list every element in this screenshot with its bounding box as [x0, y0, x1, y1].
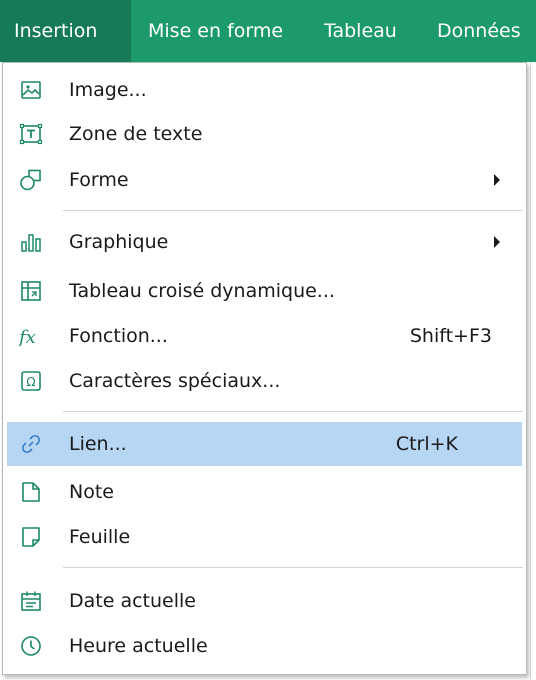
menu-item-note[interactable]: Note [7, 470, 522, 514]
menu-separator [63, 210, 523, 211]
menu-donnees[interactable]: Données [437, 0, 521, 62]
menu-insertion[interactable]: Insertion [0, 0, 131, 62]
menu-item-shape[interactable]: Forme [7, 158, 522, 202]
menu-item-label: Tableau croisé dynamique... [69, 280, 335, 302]
menu-bar: Insertion Mise en forme Tableau Données [0, 0, 536, 62]
menu-item-pivot-table[interactable]: Tableau croisé dynamique... [7, 269, 522, 313]
menu-separator [63, 567, 523, 568]
menu-item-label: Image... [69, 79, 147, 101]
menu-item-label: Lien... [69, 433, 127, 455]
menu-item-label: Forme [69, 169, 129, 191]
menu-item-link[interactable]: Lien... Ctrl+K [7, 422, 522, 466]
menu-item-label: Feuille [69, 526, 131, 548]
pivot-table-icon [19, 279, 43, 303]
shortcut-label: Shift+F3 [409, 325, 492, 347]
link-icon [19, 432, 43, 456]
menu-tableau[interactable]: Tableau [324, 0, 397, 62]
submenu-arrow-icon [494, 236, 500, 248]
menu-item-label: Heure actuelle [69, 635, 208, 657]
sheet-icon [19, 525, 43, 549]
menu-item-text-box[interactable]: Zone de texte [7, 112, 522, 156]
menu-item-sheet[interactable]: Feuille [7, 515, 522, 559]
shortcut-label: Ctrl+K [395, 433, 458, 455]
menu-item-special-characters[interactable]: Ω Caractères spéciaux... [7, 359, 522, 403]
menu-item-label: Note [69, 481, 114, 503]
menu-item-current-date[interactable]: Date actuelle [7, 579, 522, 623]
function-icon: fx [19, 324, 43, 348]
menu-item-label: Fonction... [69, 325, 168, 347]
menu-separator [63, 411, 523, 412]
insertion-dropdown-menu: Image... Zone de texte Forme Graphique T… [2, 62, 527, 675]
note-icon [19, 480, 43, 504]
image-icon [19, 78, 43, 102]
menu-item-label: Date actuelle [69, 590, 196, 612]
text-box-icon [19, 122, 43, 146]
menu-item-function[interactable]: fx Fonction... Shift+F3 [7, 314, 522, 358]
menu-item-current-time[interactable]: Heure actuelle [7, 624, 522, 668]
chart-icon [19, 230, 43, 254]
submenu-arrow-icon [494, 174, 500, 186]
menu-item-label: Zone de texte [69, 123, 203, 145]
clock-icon [19, 634, 43, 658]
menu-item-image[interactable]: Image... [7, 68, 522, 112]
menu-item-label: Caractères spéciaux... [69, 370, 281, 392]
menu-mise-en-forme[interactable]: Mise en forme [148, 0, 283, 62]
calendar-icon [19, 589, 43, 613]
svg-text:Ω: Ω [26, 375, 35, 389]
shape-icon [19, 168, 43, 192]
omega-icon: Ω [19, 369, 43, 393]
menu-item-chart[interactable]: Graphique [7, 220, 522, 264]
svg-text:fx: fx [19, 327, 36, 348]
menu-item-label: Graphique [69, 231, 169, 253]
